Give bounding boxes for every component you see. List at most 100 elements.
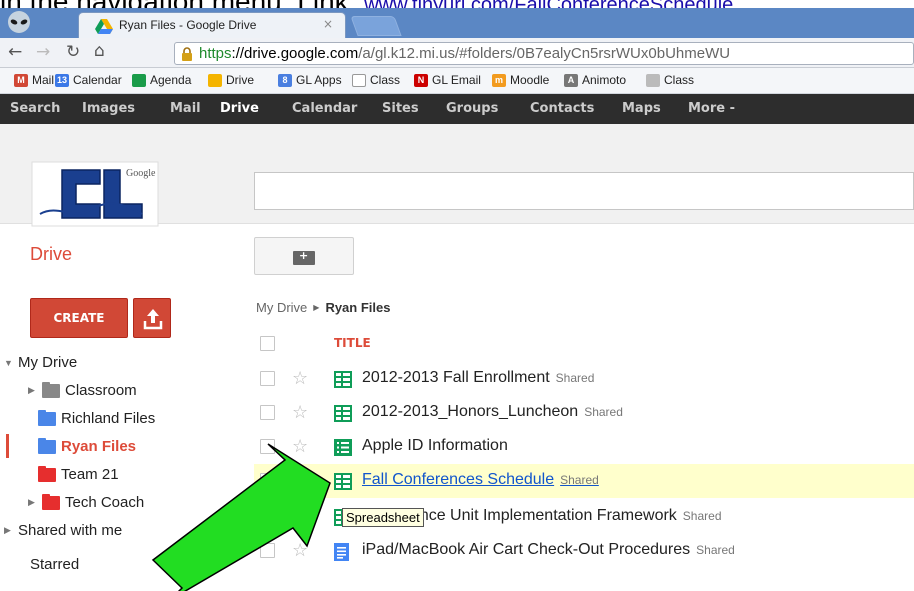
row-checkbox[interactable] bbox=[260, 371, 275, 386]
row-checkbox[interactable] bbox=[260, 473, 275, 488]
tab-close-icon[interactable]: × bbox=[323, 17, 333, 31]
gbar-groups[interactable]: Groups bbox=[446, 101, 498, 116]
gbar-drive[interactable]: Drive bbox=[220, 101, 259, 116]
tree-item-starred[interactable]: Starred bbox=[30, 556, 79, 573]
page-icon bbox=[352, 73, 366, 87]
row-checkbox[interactable] bbox=[260, 439, 275, 454]
file-row[interactable]: ☆ Apple ID Information bbox=[254, 430, 914, 464]
caret-right-icon[interactable]: ▶ bbox=[4, 525, 13, 536]
bookmark-calendar[interactable]: 13 Calendar bbox=[55, 73, 122, 87]
bookmarks-bar: M Mail 13 Calendar Agenda Drive 8 GL Apps Class N… bbox=[0, 68, 914, 94]
alien-browser-icon bbox=[8, 11, 30, 33]
bookmark-drive[interactable]: Drive bbox=[208, 73, 254, 87]
tree-item-label: Tech Coach bbox=[65, 494, 145, 511]
star-icon[interactable]: ☆ bbox=[292, 368, 308, 389]
bookmark-label: GL Email bbox=[432, 73, 481, 87]
bookmark-gl-apps[interactable]: 8 GL Apps bbox=[278, 73, 342, 87]
gbar-contacts[interactable]: Contacts bbox=[530, 101, 594, 116]
create-button[interactable]: CREATE bbox=[30, 298, 128, 338]
tree-item-ryan-files[interactable]: Ryan Files bbox=[38, 437, 137, 455]
row-checkbox[interactable] bbox=[260, 405, 275, 420]
calendar-icon: 13 bbox=[55, 73, 69, 87]
row-checkbox[interactable] bbox=[260, 543, 275, 558]
address-bar[interactable]: https://drive.google.com/a/gl.k12.mi.us/… bbox=[174, 42, 914, 65]
bookmark-moodle[interactable]: m Moodle bbox=[492, 73, 549, 87]
new-folder-button[interactable] bbox=[254, 237, 354, 275]
tree-item-team-21[interactable]: Team 21 bbox=[38, 465, 119, 483]
bookmark-label: Calendar bbox=[73, 73, 122, 87]
bookmark-class[interactable]: Class bbox=[646, 73, 694, 87]
bookmark-mail[interactable]: M Mail bbox=[14, 73, 54, 87]
gbar-maps[interactable]: Maps bbox=[622, 101, 661, 116]
form-icon bbox=[334, 439, 352, 460]
file-list-header: TITLE bbox=[254, 330, 914, 358]
caret-right-icon[interactable]: ▶ bbox=[28, 497, 37, 508]
file-name[interactable]: iPad/MacBook Air Cart Check-Out Procedur… bbox=[362, 541, 735, 559]
bookmark-label: Agenda bbox=[150, 73, 192, 87]
star-icon[interactable]: ☆ bbox=[292, 402, 308, 423]
gbar-mail[interactable]: Mail bbox=[170, 101, 201, 116]
reload-icon[interactable]: ↻ bbox=[66, 42, 80, 62]
file-row[interactable]: ☆ 2012-2013_Honors_Luncheon Shared bbox=[254, 396, 914, 430]
gl-apps-icon: 8 bbox=[278, 73, 292, 87]
file-name-text[interactable]: Apple ID Information bbox=[362, 437, 508, 454]
folder-icon bbox=[38, 437, 56, 454]
drive-search-input[interactable] bbox=[254, 172, 914, 210]
file-name[interactable]: Fall Conferences Schedule Shared bbox=[362, 471, 599, 489]
browser-toolbar: ← → ↻ ⌂ https://drive.google.com/a/gl.k1… bbox=[0, 38, 914, 68]
star-icon[interactable]: ☆ bbox=[292, 540, 308, 561]
tree-item-label: Ryan Files bbox=[61, 438, 137, 455]
star-icon[interactable]: ☆ bbox=[292, 506, 308, 527]
google-nav-bar: Search Images Mail Drive Calendar Sites Groups… bbox=[0, 94, 914, 124]
agenda-icon bbox=[132, 73, 146, 87]
tree-item-richland-files[interactable]: Richland Files bbox=[38, 409, 155, 427]
bookmark-gl-email[interactable]: N GL Email bbox=[414, 73, 481, 87]
url-text: https://drive.google.com/a/gl.k12.mi.us/… bbox=[199, 45, 731, 62]
file-name[interactable]: 2012-2013 Fall Enrollment Shared bbox=[362, 369, 594, 387]
shared-badge: Shared bbox=[682, 509, 722, 523]
shared-badge: Shared bbox=[584, 405, 623, 419]
bookmark-label: Class bbox=[370, 73, 401, 87]
tree-item-label: Team 21 bbox=[61, 466, 119, 483]
star-icon[interactable]: ☆ bbox=[292, 470, 308, 491]
browser-tab-strip: Ryan Files - Google Drive × bbox=[0, 8, 914, 38]
file-name[interactable]: Apple ID Information bbox=[362, 437, 508, 455]
lock-icon bbox=[182, 47, 192, 61]
bookmark-class[interactable]: Class bbox=[352, 73, 400, 87]
caret-right-icon[interactable]: ▶ bbox=[28, 385, 37, 396]
tree-item-my-drive[interactable]: ▼ My Drive bbox=[4, 354, 77, 371]
row-checkbox[interactable] bbox=[260, 509, 275, 524]
gbar-more[interactable]: More - bbox=[688, 101, 735, 116]
tree-item-shared-with-me[interactable]: ▶ Shared with me bbox=[4, 522, 122, 539]
gbar-sites[interactable]: Sites bbox=[382, 101, 419, 116]
file-row[interactable]: ☆ iPad/MacBook Air Cart Check-Out Procedu… bbox=[254, 534, 914, 568]
star-icon[interactable]: ☆ bbox=[292, 436, 308, 457]
bookmark-agenda[interactable]: Agenda bbox=[132, 73, 191, 87]
gbar-calendar[interactable]: Calendar bbox=[292, 101, 357, 116]
upload-button[interactable] bbox=[133, 298, 171, 338]
forward-arrow-icon[interactable]: → bbox=[36, 42, 50, 62]
file-name-text[interactable]: 2012-2013 Fall Enrollment bbox=[362, 369, 550, 386]
caret-down-icon[interactable]: ▼ bbox=[4, 358, 13, 368]
new-tab-button[interactable] bbox=[350, 16, 402, 36]
bookmark-animoto[interactable]: A Animoto bbox=[564, 73, 626, 87]
file-name[interactable]: 2012-2013_Honors_Luncheon Shared bbox=[362, 403, 623, 421]
tree-item-label: Shared with me bbox=[18, 522, 123, 539]
file-name-text[interactable]: iPad/MacBook Air Cart Check-Out Procedur… bbox=[362, 541, 690, 558]
home-icon[interactable]: ⌂ bbox=[94, 41, 105, 61]
file-row[interactable]: ☆ 2012-2013 Fall Enrollment Shared bbox=[254, 362, 914, 396]
file-name-text[interactable]: Fall Conferences Schedule bbox=[362, 471, 554, 488]
breadcrumb-root[interactable]: My Drive bbox=[256, 300, 307, 315]
bookmark-label: GL Apps bbox=[296, 73, 342, 87]
gbar-images[interactable]: Images bbox=[82, 101, 135, 116]
browser-tab-active[interactable]: Ryan Files - Google Drive × bbox=[78, 12, 346, 38]
back-arrow-icon[interactable]: ← bbox=[8, 42, 22, 62]
tree-item-tech-coach[interactable]: ▶ Tech Coach bbox=[28, 493, 145, 511]
file-row[interactable]: ☆ Fall Conferences Schedule Shared bbox=[254, 464, 914, 498]
tree-item-classroom[interactable]: ▶ Classroom bbox=[28, 381, 137, 399]
bookmark-label: Mail bbox=[32, 73, 55, 87]
gbar-search[interactable]: Search bbox=[10, 101, 60, 116]
select-all-checkbox[interactable] bbox=[260, 336, 275, 351]
file-name-text[interactable]: 2012-2013_Honors_Luncheon bbox=[362, 403, 578, 420]
title-column-header[interactable]: TITLE bbox=[334, 336, 371, 350]
